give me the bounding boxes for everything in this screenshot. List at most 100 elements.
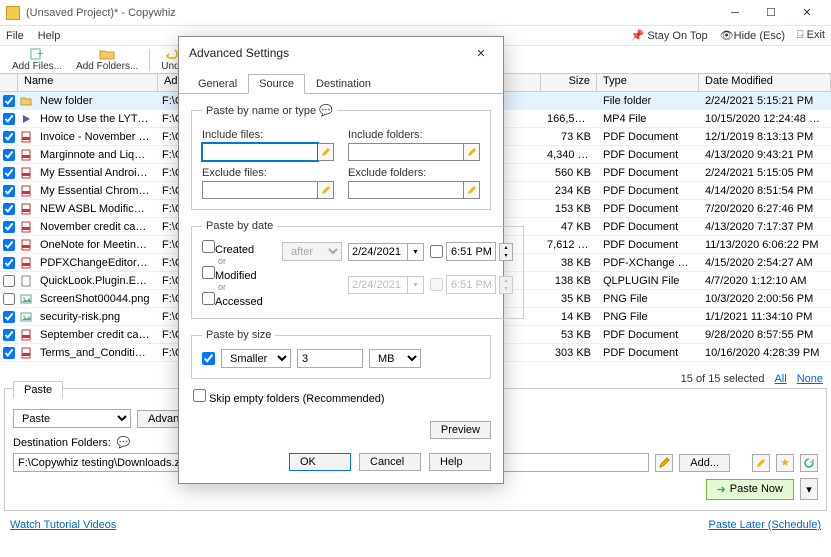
file-name: How to Use the LYT Kit.mp4 (34, 113, 156, 125)
file-type: PNG File (597, 311, 699, 323)
file-type-icon (18, 202, 34, 216)
file-type: PDF Document (597, 203, 699, 215)
time1-input[interactable] (446, 242, 496, 261)
time-spinner[interactable]: ▴▾ (499, 243, 513, 261)
row-checkbox[interactable] (3, 239, 15, 251)
row-checkbox[interactable] (3, 329, 15, 341)
schedule-link[interactable]: Paste Later (Schedule) (708, 519, 821, 531)
file-type: PDF Document (597, 149, 699, 161)
pencil-icon[interactable] (318, 181, 334, 199)
size-unit-select[interactable]: MB (369, 349, 421, 368)
time2-input[interactable] (446, 275, 496, 294)
star-icon-button[interactable]: ★ (776, 454, 794, 472)
menu-help[interactable]: Help (38, 30, 61, 42)
exit-button[interactable]: ⍈ Exit (797, 29, 825, 42)
row-checkbox[interactable] (3, 113, 15, 125)
menu-file[interactable]: File (6, 30, 24, 42)
file-type-icon (18, 292, 34, 306)
add-files-button[interactable]: + Add Files... (6, 47, 68, 73)
dialog-close-button[interactable]: ✕ (469, 43, 493, 63)
refresh-icon-button[interactable] (800, 454, 818, 472)
file-name: security-risk.png (34, 311, 156, 323)
file-name: OneNote for Meetings.pdf (34, 239, 156, 251)
add-folders-button[interactable]: Add Folders... (70, 47, 144, 73)
paste-now-label: Paste Now (730, 483, 783, 495)
created-label: Created (215, 244, 254, 256)
calendar-dropdown-icon[interactable]: ▾ (408, 276, 424, 294)
row-checkbox[interactable] (3, 167, 15, 179)
tab-source[interactable]: Source (248, 74, 305, 94)
row-checkbox[interactable] (3, 293, 15, 305)
row-checkbox[interactable] (3, 95, 15, 107)
exit-label: Exit (807, 29, 825, 41)
skip-empty-row[interactable]: Skip empty folders (Recommended) (193, 393, 385, 405)
row-checkbox[interactable] (3, 347, 15, 359)
header-name[interactable]: Name (18, 74, 158, 91)
cancel-button[interactable]: Cancel (359, 453, 421, 471)
row-checkbox[interactable] (3, 149, 15, 161)
calendar-dropdown-icon[interactable]: ▾ (408, 243, 424, 261)
maximize-button[interactable]: ☐ (753, 1, 789, 25)
date2-input[interactable] (348, 276, 408, 294)
row-checkbox[interactable] (3, 257, 15, 269)
exclude-folders-input[interactable] (348, 181, 464, 199)
created-checkbox[interactable] (202, 240, 215, 253)
footer: Watch Tutorial Videos Paste Later (Sched… (0, 515, 831, 535)
add-files-label: Add Files... (12, 61, 62, 72)
edit-destination-icon[interactable] (655, 454, 673, 472)
minimize-button[interactable]: ─ (717, 1, 753, 25)
skip-empty-checkbox[interactable] (193, 389, 206, 402)
close-window-button[interactable]: ✕ (789, 1, 825, 25)
time-spinner[interactable]: ▴▾ (499, 276, 513, 294)
size-value-input[interactable] (297, 349, 363, 368)
date1-input[interactable] (348, 243, 408, 261)
pin-icon: 📌 (631, 30, 645, 42)
paste-action-select[interactable]: Paste (13, 409, 131, 428)
include-folders-input[interactable] (348, 143, 464, 161)
dialog-preview-button[interactable]: Preview (430, 421, 491, 439)
help-button[interactable]: Help (429, 453, 491, 471)
pencil-icon[interactable] (464, 181, 480, 199)
header-date[interactable]: Date Modified (699, 74, 831, 91)
include-files-input[interactable] (202, 143, 318, 161)
file-size: 47 KB (541, 221, 597, 233)
row-checkbox[interactable] (3, 185, 15, 197)
paste-now-dropdown[interactable]: ▾ (800, 478, 818, 500)
paste-name-legend: Paste by name or type 💬 (202, 104, 337, 117)
file-name: November credit card bill... (34, 221, 156, 233)
file-date: 4/13/2020 9:43:21 PM (699, 149, 831, 161)
header-type[interactable]: Type (597, 74, 699, 91)
paste-now-button[interactable]: ➜ Paste Now (706, 479, 794, 500)
paste-tab[interactable]: Paste (13, 381, 63, 399)
file-type: PNG File (597, 293, 699, 305)
stay-on-top-button[interactable]: 📌 Stay On Top (631, 29, 708, 42)
row-checkbox[interactable] (3, 275, 15, 287)
modified-checkbox[interactable] (202, 266, 215, 279)
size-checkbox[interactable] (202, 352, 215, 365)
date-relation-select[interactable]: after (282, 242, 342, 261)
edit-icon-button[interactable] (752, 454, 770, 472)
pencil-icon[interactable] (464, 143, 480, 161)
header-size[interactable]: Size (541, 74, 597, 91)
tutorial-link[interactable]: Watch Tutorial Videos (10, 519, 116, 531)
dialog-tabs: General Source Destination (179, 73, 503, 94)
row-checkbox[interactable] (3, 203, 15, 215)
row-checkbox[interactable] (3, 221, 15, 233)
tab-destination[interactable]: Destination (305, 74, 382, 94)
titlebar: (Unsaved Project)* - Copywhiz ─ ☐ ✕ (0, 0, 831, 26)
row-checkbox[interactable] (3, 311, 15, 323)
tab-general[interactable]: General (187, 74, 248, 94)
pencil-icon[interactable] (318, 143, 334, 161)
time2-checkbox[interactable] (430, 278, 443, 291)
header-check[interactable] (0, 74, 18, 91)
file-type-icon (18, 148, 34, 162)
time1-checkbox[interactable] (430, 245, 443, 258)
hide-button[interactable]: 👁Hide (Esc) (720, 29, 785, 42)
row-checkbox[interactable] (3, 131, 15, 143)
file-type-icon (18, 238, 34, 252)
size-relation-select[interactable]: Smaller than (221, 349, 291, 368)
add-destination-button[interactable]: Add... (679, 454, 730, 472)
exclude-files-input[interactable] (202, 181, 318, 199)
accessed-checkbox[interactable] (202, 292, 215, 305)
ok-button[interactable]: OK (289, 453, 351, 471)
